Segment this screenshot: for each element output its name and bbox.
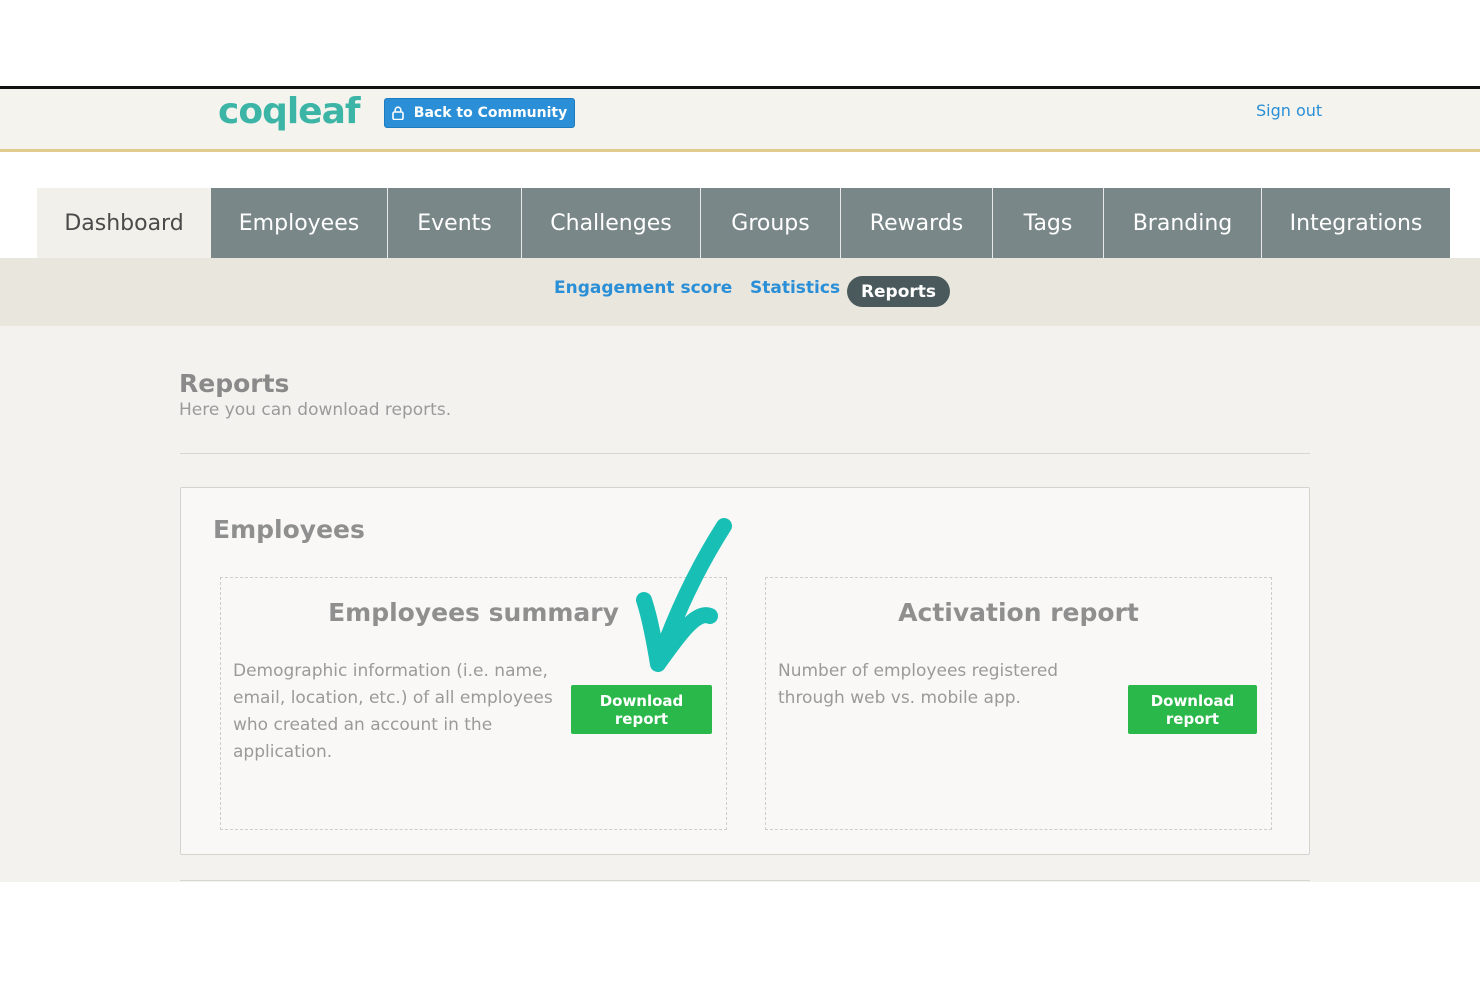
tab-integrations[interactable]: Integrations xyxy=(1262,188,1450,258)
download-label: Download xyxy=(599,691,684,710)
tab-events[interactable]: Events xyxy=(388,188,522,258)
description-line: email, location, etc.) of all employees xyxy=(233,688,553,708)
download-label: Download xyxy=(1150,691,1235,710)
download-activation-report-button[interactable]: Download report xyxy=(1128,685,1257,734)
card-description: Demographic information (i.e. name, emai… xyxy=(233,658,553,766)
back-to-community-button[interactable]: Back to Community xyxy=(384,98,575,128)
activation-report-card: Activation report Number of employees re… xyxy=(765,577,1272,830)
report-label: report xyxy=(614,709,669,728)
subnav-reports[interactable]: Reports xyxy=(847,276,950,307)
subnav-statistics[interactable]: Statistics xyxy=(750,278,840,298)
sign-out-link[interactable]: Sign out xyxy=(1256,101,1322,120)
description-line: who created an account in the xyxy=(233,715,493,735)
top-header: coqleaf Back to Community Sign out xyxy=(0,89,1480,152)
page-subtitle: Here you can download reports. xyxy=(179,400,452,420)
description-line: Demographic information (i.e. name, xyxy=(233,661,548,681)
tab-rewards[interactable]: Rewards xyxy=(841,188,993,258)
report-label: report xyxy=(1165,709,1220,728)
tab-challenges[interactable]: Challenges xyxy=(522,188,701,258)
description-line: through web vs. mobile app. xyxy=(778,688,1021,708)
section-divider xyxy=(180,453,1310,454)
card-description: Number of employees registered through w… xyxy=(778,658,1058,712)
subnav-engagement-score[interactable]: Engagement score xyxy=(554,278,732,298)
panel-title: Employees xyxy=(213,515,365,544)
back-to-community-label: Back to Community xyxy=(413,105,568,121)
page-title: Reports xyxy=(179,369,290,398)
tab-dashboard[interactable]: Dashboard xyxy=(37,188,211,258)
description-line: Number of employees registered xyxy=(778,661,1059,681)
coqleaf-logo[interactable]: coqleaf xyxy=(218,91,361,132)
main-tabs: Dashboard Employees Events Challenges Gr… xyxy=(37,188,1450,258)
dashboard-subnav: Engagement score Statistics Reports xyxy=(0,258,1480,326)
card-title: Activation report xyxy=(898,598,1139,627)
tab-tags[interactable]: Tags xyxy=(993,188,1104,258)
tab-employees[interactable]: Employees xyxy=(211,188,388,258)
tab-groups[interactable]: Groups xyxy=(701,188,841,258)
download-employees-summary-button[interactable]: Download report xyxy=(571,685,712,734)
lock-icon xyxy=(391,106,404,120)
employees-reports-panel: Employees Employees summary Demographic … xyxy=(180,487,1310,855)
bottom-divider xyxy=(180,880,1310,881)
tab-branding[interactable]: Branding xyxy=(1104,188,1262,258)
description-line: application. xyxy=(233,742,333,762)
checkmark-annotation-icon xyxy=(636,518,732,672)
reports-content: Reports Here you can download reports. E… xyxy=(0,326,1480,882)
